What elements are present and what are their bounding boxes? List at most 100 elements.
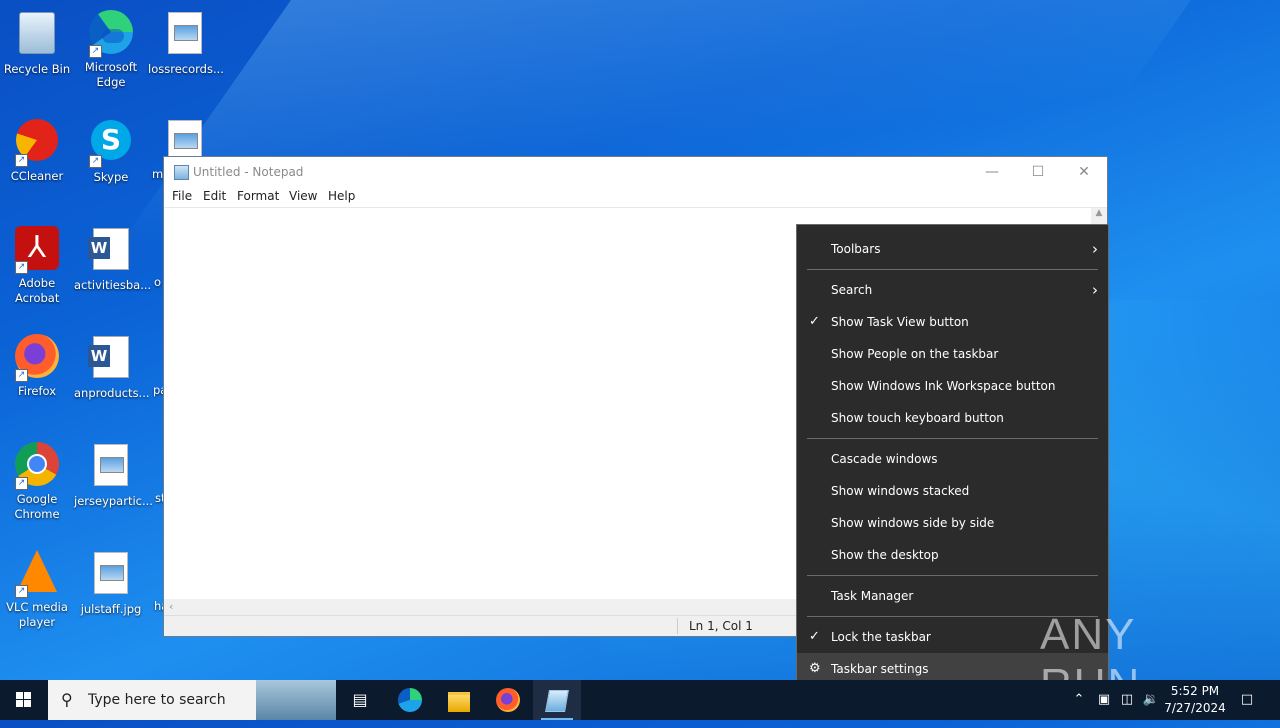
search-placeholder: Type here to search xyxy=(88,692,226,708)
desktop-icon-lossrecords[interactable]: lossrecords... xyxy=(148,8,224,77)
desktop-icon-adobe-acrobat[interactable]: ⅄ ↗ Adobe Acrobat xyxy=(0,224,74,306)
action-center-button[interactable]: □ xyxy=(1234,680,1260,720)
menu-item-label: Show People on the taskbar xyxy=(831,347,999,361)
menu-format[interactable]: Format xyxy=(237,189,279,203)
network-button[interactable]: ◫ xyxy=(1116,680,1138,720)
scroll-left-icon[interactable]: ‹ xyxy=(169,600,173,613)
search-icon: ⚲ xyxy=(61,690,73,709)
minimize-button[interactable]: — xyxy=(969,157,1015,187)
volume-button[interactable]: 🔉 xyxy=(1140,680,1162,720)
desktop-icon-label: Google Chrome xyxy=(14,492,60,521)
tray-device-button[interactable]: ▣ xyxy=(1094,680,1114,720)
desktop-icon-google-chrome[interactable]: ↗ Google Chrome xyxy=(0,440,74,522)
menu-divider xyxy=(807,438,1098,439)
clock-time: 5:52 PM xyxy=(1170,684,1220,698)
menu-help[interactable]: Help xyxy=(328,189,355,203)
checkmark-icon: ✓ xyxy=(809,629,820,644)
desktop-icon-label: CCleaner xyxy=(10,169,64,183)
menu-item-show-touch-keyboard[interactable]: Show touch keyboard button xyxy=(797,402,1108,434)
taskbar-search-box[interactable]: ⚲ Type here to search xyxy=(48,680,336,720)
menu-item-show-people[interactable]: Show People on the taskbar xyxy=(797,338,1108,370)
menu-divider xyxy=(807,575,1098,576)
shortcut-arrow-icon: ↗ xyxy=(15,261,28,274)
menu-item-label: Search xyxy=(831,283,873,297)
desktop-icon-label: Microsoft Edge xyxy=(84,60,138,89)
desktop-icon-skype[interactable]: S ↗ Skype xyxy=(74,116,148,185)
clipped-icon-label: o xyxy=(154,275,162,289)
image-file-icon xyxy=(94,552,128,594)
desktop-icon-ccleaner[interactable]: ↗ CCleaner xyxy=(0,116,74,184)
maximize-button[interactable]: ☐ xyxy=(1015,157,1061,187)
start-button[interactable] xyxy=(0,680,48,720)
chevron-right-icon: › xyxy=(1092,240,1098,258)
menu-item-show-desktop[interactable]: Show the desktop xyxy=(797,539,1108,571)
show-hidden-icons-button[interactable]: ⌃ xyxy=(1068,680,1090,720)
desktop-icon-label: Skype xyxy=(93,170,129,184)
desktop-icon-firefox[interactable]: ↗ Firefox xyxy=(0,332,74,399)
taskbar-clock[interactable]: 5:52 PM 7/27/2024 xyxy=(1160,683,1230,717)
desktop-icon-recycle-bin[interactable]: Recycle Bin xyxy=(0,8,74,77)
menu-item-side-by-side[interactable]: Show windows side by side xyxy=(797,507,1108,539)
menu-bar: File Edit Format View Help xyxy=(164,187,1107,207)
menu-item-label: Show Task View button xyxy=(831,315,969,329)
menu-item-label: Task Manager xyxy=(831,589,914,603)
desktop-icon-anproducts[interactable]: W anproducts... xyxy=(74,332,150,401)
anyrun-watermark: ANY RUN xyxy=(1040,610,1240,709)
menu-file[interactable]: File xyxy=(172,189,192,203)
notepad-icon xyxy=(545,690,569,712)
word-document-icon: W xyxy=(88,336,129,378)
chevron-up-icon: ⌃ xyxy=(1073,692,1085,707)
menu-item-label: Cascade windows xyxy=(831,452,938,466)
title-bar[interactable]: Untitled - Notepad — ☐ ✕ xyxy=(164,157,1107,187)
desktop-icon-microsoft-edge[interactable]: ↗ Microsoft Edge xyxy=(74,8,148,90)
chevron-right-icon: › xyxy=(1092,281,1098,299)
menu-item-label: Lock the taskbar xyxy=(831,630,931,644)
menu-view[interactable]: View xyxy=(289,189,317,203)
menu-item-cascade-windows[interactable]: Cascade windows xyxy=(797,443,1108,475)
file-explorer-icon xyxy=(448,692,470,712)
menu-divider xyxy=(807,269,1098,270)
firefox-icon xyxy=(496,688,520,712)
taskbar-app-notepad[interactable] xyxy=(533,680,581,720)
desktop-icon-label: Adobe Acrobat xyxy=(15,276,60,305)
menu-item-toolbars[interactable]: Toolbars › xyxy=(797,233,1108,265)
desktop-icon-jerseypartic[interactable]: jerseypartic... xyxy=(74,440,153,509)
menu-edit[interactable]: Edit xyxy=(203,189,226,203)
desktop-icon-label: Recycle Bin xyxy=(3,62,71,76)
menu-item-label: Toolbars xyxy=(831,242,881,256)
menu-item-show-ink-workspace[interactable]: Show Windows Ink Workspace button xyxy=(797,370,1108,402)
shortcut-arrow-icon: ↗ xyxy=(89,155,102,168)
clock-date: 7/27/2024 xyxy=(1164,701,1226,715)
desktop-icon-partial-top[interactable] xyxy=(148,116,222,156)
network-icon: ◫ xyxy=(1120,692,1134,707)
shortcut-arrow-icon: ↗ xyxy=(15,585,28,598)
desktop-icon-label: activitiesba... xyxy=(74,278,152,292)
desktop-icon-julstaff[interactable]: julstaff.jpg xyxy=(74,548,148,617)
shortcut-arrow-icon: ↗ xyxy=(15,477,28,490)
taskbar-app-edge[interactable] xyxy=(386,680,434,720)
scroll-up-icon[interactable]: ▲ xyxy=(1091,208,1107,218)
task-view-icon: ▤ xyxy=(352,690,368,709)
menu-item-search[interactable]: Search › xyxy=(797,274,1108,306)
menu-item-label: Show windows side by side xyxy=(831,516,995,530)
desktop-icon-activitiesba[interactable]: W activitiesba... xyxy=(74,224,152,293)
desktop-icon-label: Firefox xyxy=(17,384,57,398)
close-button[interactable]: ✕ xyxy=(1061,157,1107,187)
edge-icon xyxy=(398,688,422,712)
menu-item-windows-stacked[interactable]: Show windows stacked xyxy=(797,475,1108,507)
menu-item-label: Show Windows Ink Workspace button xyxy=(831,379,1056,393)
shortcut-arrow-icon: ↗ xyxy=(15,369,28,382)
shortcut-arrow-icon: ↗ xyxy=(15,154,28,167)
device-icon: ▣ xyxy=(1097,692,1111,707)
image-file-icon xyxy=(168,120,202,156)
menu-item-task-manager[interactable]: Task Manager xyxy=(797,580,1108,612)
taskbar-app-firefox[interactable] xyxy=(484,680,532,720)
taskbar[interactable]: ⚲ Type here to search ▤ ⌃ ▣ ◫ 🔉 5:52 PM … xyxy=(0,680,1280,720)
speaker-icon: 🔉 xyxy=(1142,692,1160,707)
menu-item-label: Show windows stacked xyxy=(831,484,970,498)
task-view-button[interactable]: ▤ xyxy=(336,680,384,720)
desktop-icon-vlc[interactable]: ↗ VLC media player xyxy=(0,548,74,630)
menu-item-show-task-view[interactable]: ✓ Show Task View button xyxy=(797,306,1108,338)
status-divider xyxy=(677,618,678,634)
taskbar-app-file-explorer[interactable] xyxy=(435,680,483,720)
